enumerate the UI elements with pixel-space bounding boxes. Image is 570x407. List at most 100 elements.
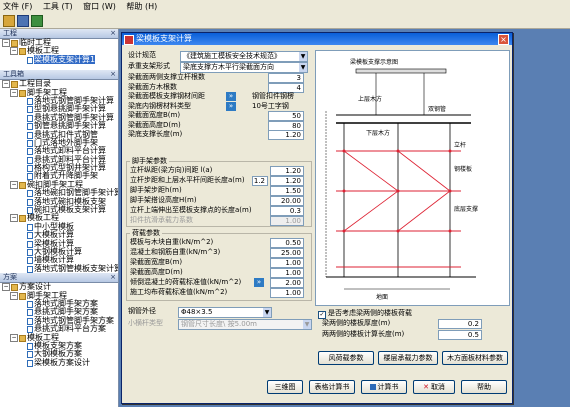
cancel-button[interactable]: ✕ 取消 [413, 380, 455, 394]
calc-report-label: 计算书 [377, 383, 399, 391]
expand-toggle-icon[interactable]: − [10, 88, 18, 97]
param-input[interactable]: 1.00 [270, 268, 304, 278]
param-label: 立杆上端伸出至模板支撑点的长度a(m) [130, 206, 252, 214]
expand-toggle-icon[interactable]: − [10, 291, 18, 300]
param-label: 施工均布荷载标准值(kN/m^2) [130, 288, 228, 296]
diagram-label: 双钢管 [428, 105, 446, 113]
expand-toggle-icon[interactable]: − [10, 47, 18, 56]
close-icon[interactable]: × [110, 70, 116, 79]
param-label: 脚手架步距h(m) [130, 186, 182, 194]
param-label: 梁底内钢楞材料类型 [128, 101, 191, 110]
document-icon [27, 139, 33, 147]
param-label: 混凝土和钢筋自重(kN/m^3) [130, 248, 221, 256]
document-icon [27, 309, 33, 317]
calc-report-button[interactable]: 计算书 [361, 380, 407, 394]
expand-toggle-icon[interactable]: − [10, 333, 18, 342]
param-label: 梁截面宽度B(m) [128, 111, 181, 119]
expand-toggle-icon[interactable]: − [2, 80, 10, 89]
param-input[interactable]: 1.50 [270, 186, 304, 196]
param-input[interactable]: 2.00 [270, 278, 304, 288]
param-input[interactable]: 50 [268, 111, 304, 121]
cancel-label: 取消 [430, 383, 445, 391]
folder-icon [19, 89, 26, 97]
document-icon [27, 223, 33, 231]
document-icon [27, 257, 33, 265]
expand-toggle-icon[interactable]: − [10, 180, 18, 189]
diagram-label: 钢楼板 [454, 165, 472, 173]
consider-slab-checkbox[interactable]: ✓ [318, 311, 326, 319]
beam-support-diagram: 梁模板支撑示意图 上层木方 双钢管 下层木方 立杆 钢楼板 底层支撑 地面 [325, 58, 478, 301]
tree-doc-item[interactable]: 碗扣式模板支架计算 [0, 205, 118, 215]
panel-header-project: 工程 × [0, 29, 118, 39]
wind-load-params-button[interactable]: 风荷载参数 [318, 351, 374, 365]
document-icon [27, 248, 33, 256]
timber-panel-params-button[interactable]: 木方面板材料参数 [442, 351, 508, 365]
steel-diameter-select[interactable]: Φ48×3.5 ▼ [178, 307, 272, 318]
app-icon [124, 35, 134, 45]
document-icon [27, 317, 33, 325]
left-panel: 工程 × − 临时工程 − 模板工程 梁模板支架计算1 工具箱 × − 工程目录 − 脚手架工程落… [0, 29, 119, 407]
param-label: 梁截面宽度B(m) [130, 258, 183, 266]
param-input[interactable]: 1.00 [270, 258, 304, 268]
floor-capacity-params-button[interactable]: 楼层承载力参数 [378, 351, 438, 365]
slab-thickness-input[interactable]: 0.2 [438, 319, 482, 329]
document-icon [27, 359, 33, 367]
folder-icon [11, 40, 18, 47]
param-select[interactable]: 《建筑施工模板安全技术规范》 ▼ [180, 51, 308, 62]
param-label: 立杆纵距(梁方向)间距 l(a) [130, 166, 213, 174]
param-input[interactable]: 20.00 [270, 196, 304, 206]
tree-doc-item[interactable]: 落地式钢管模板支架计算 [0, 263, 119, 273]
tree-folder-item[interactable]: − 临时工程 [0, 38, 118, 47]
double-arrow-icon[interactable]: » [226, 101, 236, 111]
save-icon[interactable] [17, 15, 29, 27]
param-input[interactable]: 1.20 [270, 176, 304, 186]
param-input[interactable]: 1.20 [270, 166, 304, 176]
tree-item-label: 梁模板方案设计 [34, 357, 90, 367]
posts [343, 123, 451, 277]
tree-item-label: 落地式钢管模板支架计算 [34, 263, 119, 273]
open-folder-icon[interactable] [3, 15, 15, 27]
tree-doc-item[interactable]: 悬挑式卸料平台方案 [0, 324, 118, 334]
param-input[interactable]: 3 [268, 73, 304, 83]
param-input[interactable]: 25.00 [270, 248, 304, 258]
table-report-button[interactable]: 表格计算书 [309, 380, 355, 394]
document-icon [27, 156, 33, 164]
menu-window[interactable]: 窗口 (W) [80, 0, 121, 12]
param-label: 梁截面模板支撑钢材间距 [128, 92, 205, 100]
close-icon[interactable]: × [110, 29, 116, 38]
chevron-down-icon[interactable]: ▼ [299, 63, 307, 72]
tree-doc-item[interactable]: 梁模板支架计算1 [0, 54, 118, 64]
double-arrow-icon[interactable]: » [254, 278, 264, 287]
param-input[interactable]: 1.2 [252, 176, 268, 186]
param-input[interactable]: 1.00 [270, 288, 304, 298]
3d-view-button[interactable]: 三维图 [267, 380, 303, 394]
menu-tools[interactable]: 工具 (T) [40, 0, 78, 12]
expand-toggle-icon[interactable]: − [2, 39, 10, 47]
menu-file[interactable]: 文件 (F) [0, 0, 37, 12]
param-select[interactable]: 梁底支撑方木平行梁截面方向 ▼ [180, 62, 308, 73]
print-icon[interactable] [31, 15, 43, 27]
param-value: 10号工字钢 [252, 101, 289, 110]
tree-doc-item[interactable]: 梁模板方案设计 [0, 357, 118, 367]
expand-toggle-icon[interactable]: − [10, 214, 18, 223]
close-icon[interactable]: × [498, 34, 509, 45]
param-input[interactable]: 80 [268, 120, 304, 131]
folder-icon [19, 292, 26, 300]
menu-help[interactable]: 帮助 (H) [123, 0, 162, 12]
document-icon [27, 148, 33, 156]
close-icon[interactable]: × [110, 273, 116, 282]
help-button[interactable]: 帮助 [461, 380, 507, 394]
document-icon [27, 114, 33, 122]
param-label: 梁截面高度D(m) [130, 268, 183, 276]
double-arrow-icon[interactable]: » [226, 92, 236, 101]
folder-icon [19, 181, 26, 189]
param-label: 设计规范 [128, 51, 156, 59]
expand-toggle-icon[interactable]: − [2, 283, 10, 292]
param-input[interactable]: 0.3 [270, 206, 304, 216]
param-input[interactable]: 1.20 [268, 130, 304, 140]
slab-length-input[interactable]: 0.5 [438, 330, 482, 340]
chevron-down-icon[interactable]: ▼ [299, 52, 307, 61]
chevron-down-icon[interactable]: ▼ [263, 308, 271, 317]
param-input[interactable]: 0.50 [270, 238, 304, 248]
param-input[interactable]: 4 [268, 82, 304, 93]
